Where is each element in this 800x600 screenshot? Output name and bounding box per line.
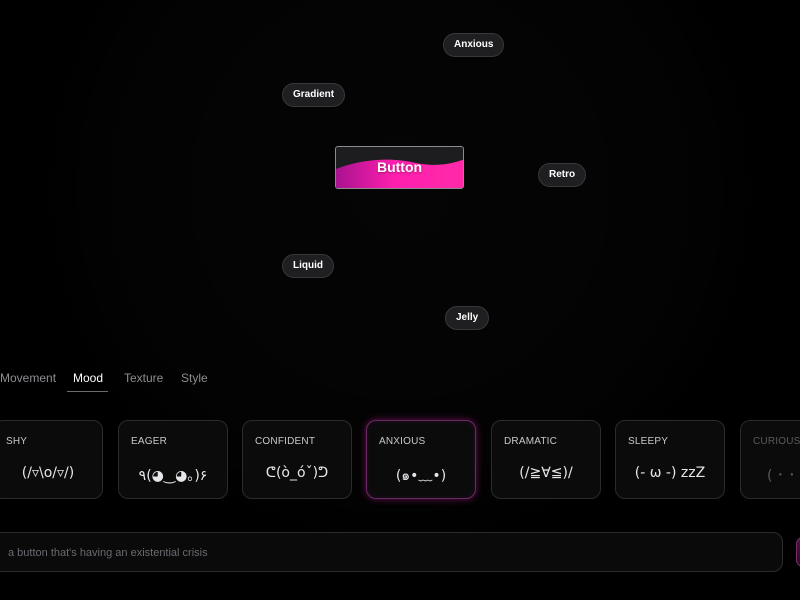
mood-card-title: EAGER	[131, 436, 168, 447]
mood-card-kaomoji: (๑•﹏•)	[395, 468, 447, 484]
mood-card-sleepy[interactable]: SLEEPY (- ω -) zzZ	[615, 420, 725, 499]
tab-texture[interactable]: Texture	[124, 366, 163, 390]
mood-card-shy[interactable]: SHY (/▿\o/▿/)	[0, 420, 103, 499]
mood-card-confident[interactable]: CONFIDENT ᕦ(ò_óˇ)ᕤ	[242, 420, 352, 499]
chip-retro[interactable]: Retro	[538, 163, 587, 187]
mood-card-title: SLEEPY	[628, 436, 669, 447]
mood-card-kaomoji: ( ･ ･	[767, 468, 796, 484]
mood-card-kaomoji: ٩(◕‿◕｡)۶	[138, 468, 208, 484]
preview-button[interactable]: Button	[335, 146, 464, 189]
tab-style[interactable]: Style	[181, 366, 208, 390]
app-stage: Anxious Gradient Retro Liquid Jelly Butt…	[0, 0, 800, 600]
mood-card-title: CONFIDENT	[255, 436, 316, 447]
mood-card-title: DRAMATIC	[504, 436, 558, 447]
chip-gradient[interactable]: Gradient	[282, 83, 346, 107]
active-tab-indicator	[67, 391, 108, 392]
mood-card-title: CURIOUS	[753, 436, 800, 447]
tab-mood[interactable]: Mood	[73, 366, 103, 390]
mood-card-kaomoji: (/≧∀≦)/	[519, 465, 573, 481]
chip-liquid[interactable]: Liquid	[282, 254, 334, 278]
mood-card-kaomoji: (- ω -) zzZ	[634, 465, 706, 481]
prompt-input[interactable]	[6, 533, 750, 573]
prompt-box	[0, 532, 783, 573]
chip-jelly[interactable]: Jelly	[445, 306, 490, 330]
mood-card-dramatic[interactable]: DRAMATIC (/≧∀≦)/	[491, 420, 601, 499]
preview-button-label: Button	[376, 159, 423, 175]
mood-card-anxious[interactable]: ANXIOUS (๑•﹏•)	[366, 420, 476, 499]
mood-card-eager[interactable]: EAGER ٩(◕‿◕｡)۶	[118, 420, 228, 499]
mood-card-kaomoji: ᕦ(ò_óˇ)ᕤ	[265, 465, 329, 481]
chip-anxious[interactable]: Anxious	[443, 33, 505, 57]
mood-card-title: SHY	[6, 436, 28, 447]
tab-movement[interactable]: Movement	[0, 366, 56, 390]
mood-card-curious[interactable]: CURIOUS ( ･ ･	[740, 420, 800, 499]
mood-card-title: ANXIOUS	[379, 436, 426, 447]
generate-button[interactable]	[796, 537, 800, 567]
mood-card-kaomoji: (/▿\o/▿/)	[21, 465, 75, 481]
